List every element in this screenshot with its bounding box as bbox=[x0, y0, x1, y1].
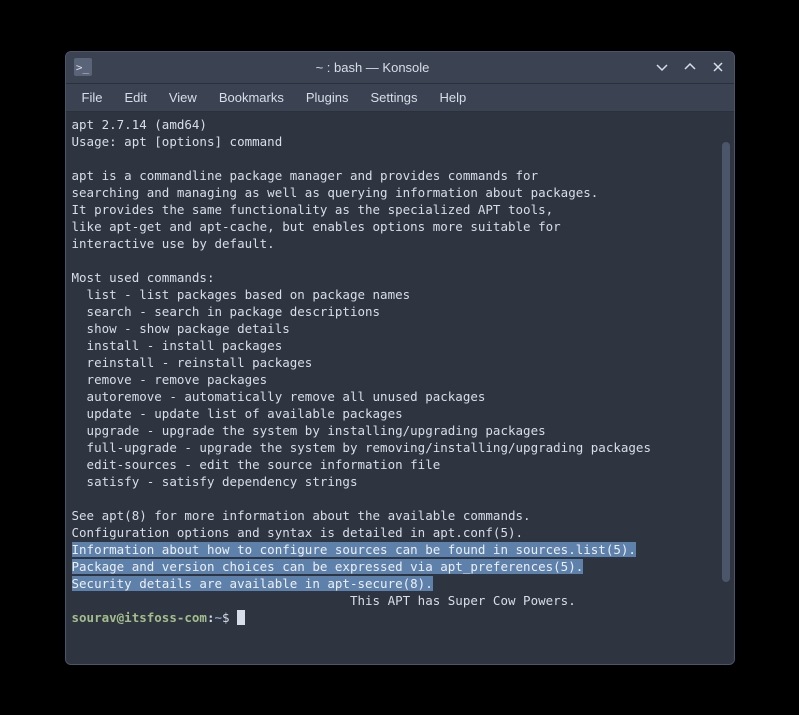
scrollbar[interactable] bbox=[722, 118, 730, 658]
terminal-line: satisfy - satisfy dependency strings bbox=[72, 474, 358, 489]
cursor bbox=[237, 610, 245, 625]
terminal-line: like apt-get and apt-cache, but enables … bbox=[72, 219, 561, 234]
terminal-line: search - search in package descriptions bbox=[72, 304, 381, 319]
maximize-button[interactable] bbox=[682, 59, 698, 75]
terminal-line: list - list packages based on package na… bbox=[72, 287, 411, 302]
terminal-line-selected: Security details are available in apt-se… bbox=[72, 576, 433, 591]
menu-edit[interactable]: Edit bbox=[114, 86, 156, 109]
terminal-line: This APT has Super Cow Powers. bbox=[72, 593, 576, 608]
terminal-line-selected: Information about how to configure sourc… bbox=[72, 542, 636, 557]
terminal-line: Usage: apt [options] command bbox=[72, 134, 283, 149]
terminal-line: upgrade - upgrade the system by installi… bbox=[72, 423, 546, 438]
terminal-area[interactable]: apt 2.7.14 (amd64) Usage: apt [options] … bbox=[66, 112, 734, 664]
app-icon: >_ bbox=[74, 58, 92, 76]
chevron-down-icon bbox=[655, 60, 669, 74]
terminal-line: edit-sources - edit the source informati… bbox=[72, 457, 441, 472]
prompt-symbol: $ bbox=[222, 610, 237, 625]
terminal-line: apt is a commandline package manager and… bbox=[72, 168, 539, 183]
close-icon bbox=[711, 60, 725, 74]
terminal-line: update - update list of available packag… bbox=[72, 406, 403, 421]
terminal-line: searching and managing as well as queryi… bbox=[72, 185, 599, 200]
terminal-line: remove - remove packages bbox=[72, 372, 268, 387]
titlebar[interactable]: >_ ~ : bash — Konsole bbox=[66, 52, 734, 84]
terminal-line: See apt(8) for more information about th… bbox=[72, 508, 531, 523]
close-button[interactable] bbox=[710, 59, 726, 75]
chevron-up-icon bbox=[683, 60, 697, 74]
terminal-line-selected: Package and version choices can be expre… bbox=[72, 559, 584, 574]
terminal-line: full-upgrade - upgrade the system by rem… bbox=[72, 440, 651, 455]
minimize-button[interactable] bbox=[654, 59, 670, 75]
prompt-path: ~ bbox=[215, 610, 223, 625]
terminal-line: show - show package details bbox=[72, 321, 290, 336]
window-title: ~ : bash — Konsole bbox=[92, 60, 654, 75]
menu-help[interactable]: Help bbox=[429, 86, 476, 109]
scrollbar-thumb[interactable] bbox=[722, 142, 730, 582]
menubar: File Edit View Bookmarks Plugins Setting… bbox=[66, 84, 734, 112]
terminal-line: Configuration options and syntax is deta… bbox=[72, 525, 524, 540]
prompt-separator: : bbox=[207, 610, 215, 625]
terminal-line: autoremove - automatically remove all un… bbox=[72, 389, 486, 404]
terminal-output[interactable]: apt 2.7.14 (amd64) Usage: apt [options] … bbox=[66, 112, 722, 664]
terminal-line: install - install packages bbox=[72, 338, 283, 353]
menu-file[interactable]: File bbox=[72, 86, 113, 109]
menu-plugins[interactable]: Plugins bbox=[296, 86, 359, 109]
terminal-line: interactive use by default. bbox=[72, 236, 275, 251]
window-controls bbox=[654, 59, 726, 75]
menu-bookmarks[interactable]: Bookmarks bbox=[209, 86, 294, 109]
terminal-line: reinstall - reinstall packages bbox=[72, 355, 313, 370]
konsole-window: >_ ~ : bash — Konsole File Edit View Boo… bbox=[65, 51, 735, 665]
terminal-line: It provides the same functionality as th… bbox=[72, 202, 554, 217]
terminal-line: Most used commands: bbox=[72, 270, 215, 285]
menu-settings[interactable]: Settings bbox=[360, 86, 427, 109]
menu-view[interactable]: View bbox=[159, 86, 207, 109]
prompt-user-host: sourav@itsfoss-com bbox=[72, 610, 207, 625]
terminal-line: apt 2.7.14 (amd64) bbox=[72, 117, 207, 132]
